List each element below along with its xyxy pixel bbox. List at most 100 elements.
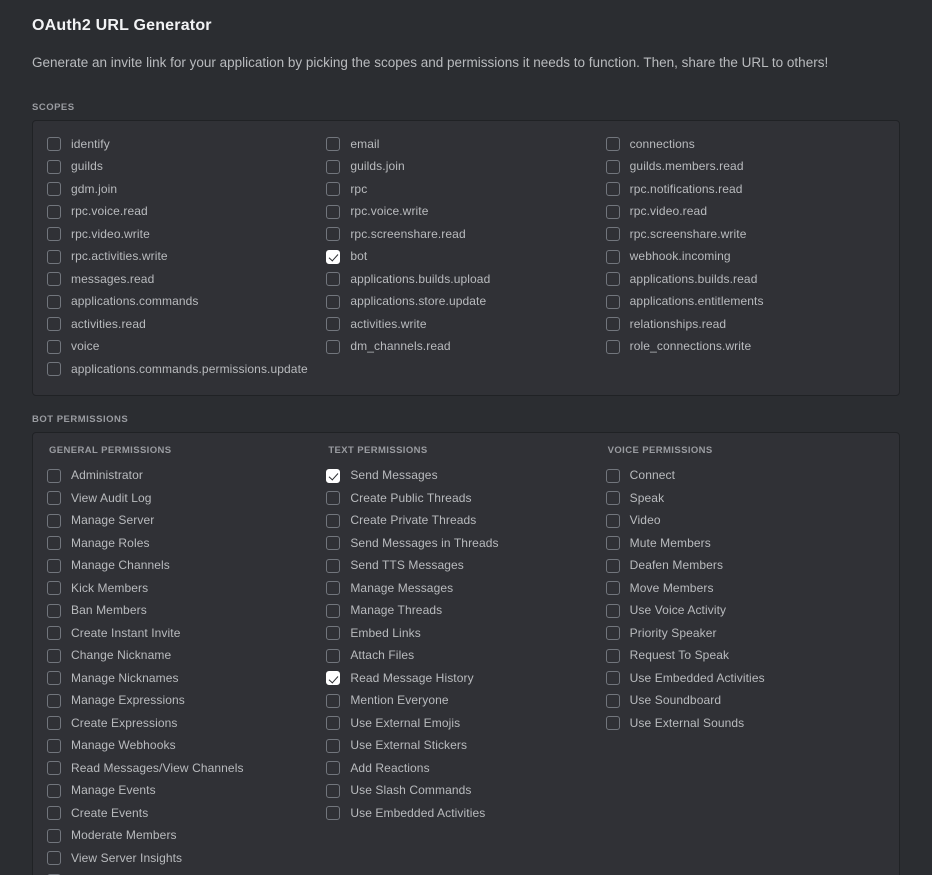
checkbox-unchecked-icon[interactable]: [605, 693, 620, 708]
checkbox-unchecked-icon[interactable]: [326, 182, 341, 197]
scope-option-applications-entitlements[interactable]: applications.entitlements: [605, 291, 885, 314]
permission-option-create-events[interactable]: Create Events: [47, 802, 326, 825]
checkbox-unchecked-icon[interactable]: [47, 137, 61, 152]
checkbox-unchecked-icon[interactable]: [47, 182, 61, 197]
permission-option-manage-nicknames[interactable]: Manage Nicknames: [47, 667, 326, 690]
checkbox-unchecked-icon[interactable]: [326, 204, 341, 219]
permission-option-embed-links[interactable]: Embed Links: [326, 622, 605, 645]
permission-option-use-embedded-activities[interactable]: Use Embedded Activities: [605, 667, 885, 690]
scope-option-guilds[interactable]: guilds: [47, 156, 326, 179]
scope-option-webhook-incoming[interactable]: webhook.incoming: [605, 246, 885, 269]
checkbox-unchecked-icon[interactable]: [326, 536, 341, 551]
permission-option-manage-threads[interactable]: Manage Threads: [326, 600, 605, 623]
checkbox-unchecked-icon[interactable]: [605, 272, 620, 287]
checkbox-unchecked-icon[interactable]: [47, 581, 61, 596]
scope-option-applications-commands-permissions-update[interactable]: applications.commands.permissions.update: [47, 358, 326, 381]
scope-option-rpc-video-read[interactable]: rpc.video.read: [605, 201, 885, 224]
scope-option-applications-commands[interactable]: applications.commands: [47, 291, 326, 314]
checkbox-unchecked-icon[interactable]: [326, 513, 341, 528]
checkbox-unchecked-icon[interactable]: [605, 468, 620, 483]
permission-option-create-instant-invite[interactable]: Create Instant Invite: [47, 622, 326, 645]
checkbox-unchecked-icon[interactable]: [605, 536, 620, 551]
checkbox-unchecked-icon[interactable]: [47, 294, 61, 309]
checkbox-unchecked-icon[interactable]: [605, 671, 620, 686]
checkbox-unchecked-icon[interactable]: [47, 761, 61, 776]
permission-option-add-reactions[interactable]: Add Reactions: [326, 757, 605, 780]
checkbox-unchecked-icon[interactable]: [326, 626, 341, 641]
checkbox-checked-icon[interactable]: [326, 468, 341, 483]
permission-option-manage-expressions[interactable]: Manage Expressions: [47, 690, 326, 713]
scope-option-activities-write[interactable]: activities.write: [326, 313, 605, 336]
scope-option-rpc-notifications-read[interactable]: rpc.notifications.read: [605, 178, 885, 201]
checkbox-unchecked-icon[interactable]: [47, 828, 61, 843]
checkbox-unchecked-icon[interactable]: [326, 159, 341, 174]
checkbox-unchecked-icon[interactable]: [47, 272, 61, 287]
checkbox-unchecked-icon[interactable]: [605, 581, 620, 596]
permission-option-use-soundboard[interactable]: Use Soundboard: [605, 690, 885, 713]
scope-option-identify[interactable]: identify: [47, 133, 326, 156]
permission-option-use-external-sounds[interactable]: Use External Sounds: [605, 712, 885, 735]
scope-option-dm-channels-read[interactable]: dm_channels.read: [326, 336, 605, 359]
checkbox-unchecked-icon[interactable]: [605, 648, 620, 663]
checkbox-unchecked-icon[interactable]: [326, 648, 341, 663]
permission-option-administrator[interactable]: Administrator: [47, 465, 326, 488]
permission-option-manage-messages[interactable]: Manage Messages: [326, 577, 605, 600]
permission-option-priority-speaker[interactable]: Priority Speaker: [605, 622, 885, 645]
checkbox-unchecked-icon[interactable]: [326, 317, 341, 332]
permission-option-attach-files[interactable]: Attach Files: [326, 645, 605, 668]
checkbox-unchecked-icon[interactable]: [605, 317, 620, 332]
checkbox-unchecked-icon[interactable]: [47, 851, 61, 866]
checkbox-unchecked-icon[interactable]: [605, 182, 620, 197]
permission-option-view-creator-monetization-insights[interactable]: View Creator Monetization Insights: [47, 870, 326, 875]
scope-option-applications-store-update[interactable]: applications.store.update: [326, 291, 605, 314]
permission-option-manage-server[interactable]: Manage Server: [47, 510, 326, 533]
scope-option-connections[interactable]: connections: [605, 133, 885, 156]
permission-option-create-expressions[interactable]: Create Expressions: [47, 712, 326, 735]
scope-option-rpc-voice-write[interactable]: rpc.voice.write: [326, 201, 605, 224]
permission-option-connect[interactable]: Connect: [605, 465, 885, 488]
checkbox-unchecked-icon[interactable]: [326, 227, 341, 242]
checkbox-unchecked-icon[interactable]: [47, 738, 61, 753]
permission-option-send-tts-messages[interactable]: Send TTS Messages: [326, 555, 605, 578]
scope-option-rpc[interactable]: rpc: [326, 178, 605, 201]
checkbox-unchecked-icon[interactable]: [605, 204, 620, 219]
checkbox-unchecked-icon[interactable]: [605, 159, 620, 174]
permission-option-speak[interactable]: Speak: [605, 487, 885, 510]
scope-option-email[interactable]: email: [326, 133, 605, 156]
checkbox-unchecked-icon[interactable]: [47, 362, 61, 377]
checkbox-unchecked-icon[interactable]: [47, 227, 61, 242]
checkbox-unchecked-icon[interactable]: [47, 468, 61, 483]
checkbox-unchecked-icon[interactable]: [47, 536, 61, 551]
checkbox-unchecked-icon[interactable]: [47, 204, 61, 219]
permission-option-view-audit-log[interactable]: View Audit Log: [47, 487, 326, 510]
checkbox-unchecked-icon[interactable]: [326, 581, 341, 596]
permission-option-create-public-threads[interactable]: Create Public Threads: [326, 487, 605, 510]
permission-option-change-nickname[interactable]: Change Nickname: [47, 645, 326, 668]
permission-option-use-external-emojis[interactable]: Use External Emojis: [326, 712, 605, 735]
checkbox-checked-icon[interactable]: [326, 671, 341, 686]
checkbox-unchecked-icon[interactable]: [326, 716, 341, 731]
scope-option-activities-read[interactable]: activities.read: [47, 313, 326, 336]
permission-option-view-server-insights[interactable]: View Server Insights: [47, 847, 326, 870]
checkbox-unchecked-icon[interactable]: [47, 317, 61, 332]
scope-option-guilds-members-read[interactable]: guilds.members.read: [605, 156, 885, 179]
permission-option-request-to-speak[interactable]: Request To Speak: [605, 645, 885, 668]
checkbox-unchecked-icon[interactable]: [605, 716, 620, 731]
permission-option-moderate-members[interactable]: Moderate Members: [47, 825, 326, 848]
checkbox-unchecked-icon[interactable]: [326, 603, 341, 618]
scope-option-rpc-screenshare-write[interactable]: rpc.screenshare.write: [605, 223, 885, 246]
checkbox-unchecked-icon[interactable]: [605, 603, 620, 618]
checkbox-unchecked-icon[interactable]: [605, 227, 620, 242]
checkbox-unchecked-icon[interactable]: [47, 249, 61, 264]
permission-option-use-external-stickers[interactable]: Use External Stickers: [326, 735, 605, 758]
permission-option-read-messages-view-channels[interactable]: Read Messages/View Channels: [47, 757, 326, 780]
checkbox-unchecked-icon[interactable]: [47, 626, 61, 641]
scope-option-rpc-voice-read[interactable]: rpc.voice.read: [47, 201, 326, 224]
checkbox-unchecked-icon[interactable]: [326, 738, 341, 753]
scope-option-applications-builds-read[interactable]: applications.builds.read: [605, 268, 885, 291]
scope-option-rpc-screenshare-read[interactable]: rpc.screenshare.read: [326, 223, 605, 246]
checkbox-unchecked-icon[interactable]: [47, 603, 61, 618]
permission-option-use-voice-activity[interactable]: Use Voice Activity: [605, 600, 885, 623]
permission-option-move-members[interactable]: Move Members: [605, 577, 885, 600]
checkbox-unchecked-icon[interactable]: [47, 491, 61, 506]
